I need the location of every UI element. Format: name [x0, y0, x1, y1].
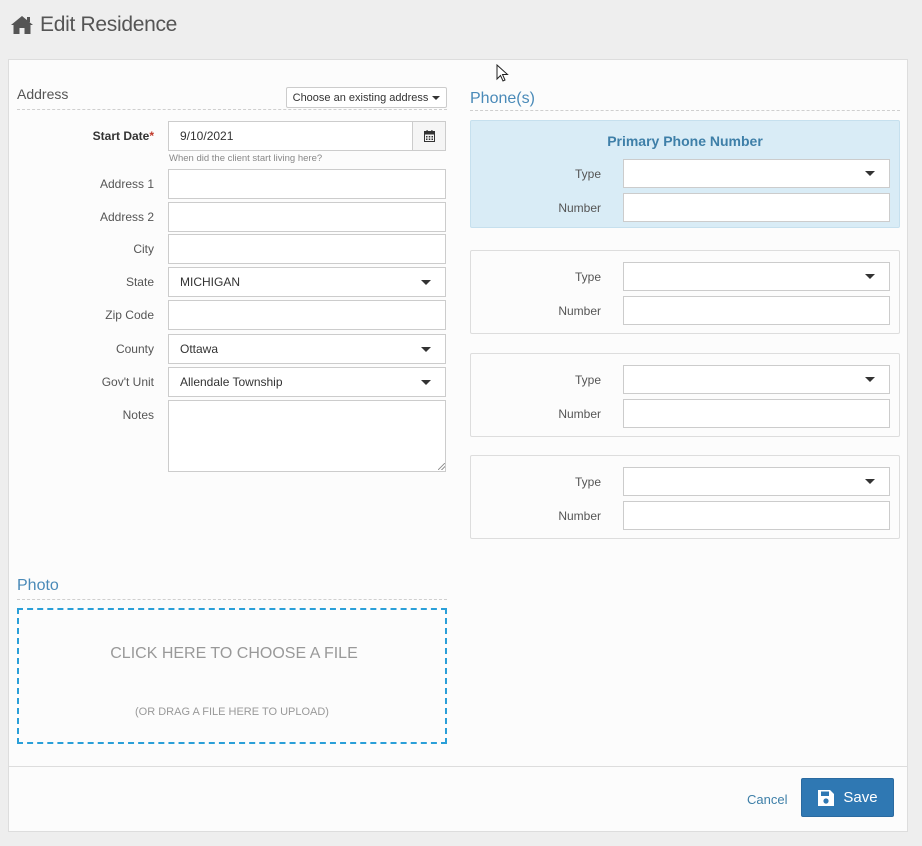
caret-down-icon: [421, 347, 431, 352]
phone-number-input[interactable]: [623, 501, 890, 530]
start-date-row: Start Date* 9/10/2021: [17, 121, 447, 151]
phone-number-label: Number: [558, 509, 601, 523]
photo-dropzone[interactable]: CLICK HERE TO CHOOSE A FILE (OR DRAG A F…: [17, 608, 447, 744]
phone-number-label: Number: [558, 304, 601, 318]
start-date-hint: When did the client start living here?: [169, 153, 323, 164]
caret-down-icon: [865, 274, 875, 279]
photo-divider: [17, 599, 447, 600]
home-icon: [10, 14, 34, 36]
notes-textarea[interactable]: [168, 400, 446, 472]
address-divider: [17, 109, 447, 110]
page-header: Edit Residence: [10, 10, 177, 40]
caret-down-icon: [421, 380, 431, 385]
phone-number-input[interactable]: [623, 193, 890, 222]
address1-label: Address 1: [99, 177, 154, 191]
caret-down-icon: [421, 280, 431, 285]
phone-type-label: Type: [574, 270, 601, 284]
govt-unit-value: Allendale Township: [180, 375, 283, 389]
choose-existing-address-label: Choose an existing address: [292, 91, 429, 104]
zip-input[interactable]: [168, 300, 446, 330]
address1-row: Address 1: [17, 169, 447, 199]
phone-type-row: Type: [471, 159, 899, 189]
address2-input[interactable]: [168, 202, 446, 232]
caret-down-icon: [865, 377, 875, 382]
phone-number-row: Number: [471, 193, 899, 223]
edit-residence-panel: Address Choose an existing address Start…: [8, 59, 908, 832]
zip-label: Zip Code: [105, 308, 154, 322]
county-row: County Ottawa: [17, 334, 447, 364]
county-select[interactable]: Ottawa: [168, 334, 446, 364]
phone-type-select[interactable]: [623, 262, 890, 291]
phone-number-label: Number: [558, 407, 601, 421]
phone-type-row: Type: [471, 467, 899, 497]
save-icon: [818, 789, 835, 806]
phone-type-select[interactable]: [623, 365, 890, 394]
phone-number-label: Number: [558, 201, 601, 215]
phones-divider: [470, 110, 900, 111]
phone-number-row: Number: [471, 399, 899, 429]
govt-unit-select[interactable]: Allendale Township: [168, 367, 446, 397]
phone-type-select[interactable]: [623, 467, 890, 496]
mouse-cursor-icon: [496, 64, 509, 82]
start-date-label: Start Date*: [92, 129, 154, 143]
choose-existing-address-button[interactable]: Choose an existing address: [286, 87, 447, 108]
state-select[interactable]: MICHIGAN: [168, 267, 446, 297]
start-date-input[interactable]: 9/10/2021: [168, 121, 413, 151]
save-label: Save: [843, 789, 878, 806]
phone-number-row: Number: [471, 501, 899, 531]
govt-unit-row: Gov't Unit Allendale Township: [17, 367, 447, 397]
address-section-title: Address: [17, 86, 69, 102]
dropzone-main-text: CLICK HERE TO CHOOSE A FILE: [110, 645, 358, 662]
cancel-button[interactable]: Cancel: [747, 792, 787, 807]
primary-phone-title: Primary Phone Number: [607, 133, 763, 149]
page-title: Edit Residence: [40, 13, 178, 36]
city-label: City: [133, 242, 154, 256]
phone-type-row: Type: [471, 262, 899, 292]
phone-card: Type Number: [470, 353, 900, 437]
state-label: State: [125, 275, 154, 289]
county-label: County: [115, 342, 154, 356]
phone-type-select[interactable]: [623, 159, 890, 188]
dropzone-sub-text: (OR DRAG A FILE HERE TO UPLOAD): [135, 706, 329, 718]
notes-label: Notes: [122, 408, 154, 422]
address2-label: Address 2: [99, 210, 154, 224]
govt-unit-label: Gov't Unit: [101, 375, 154, 389]
resize-grip-icon[interactable]: [438, 463, 445, 470]
caret-down-icon: [865, 479, 875, 484]
city-row: City: [17, 234, 447, 264]
calendar-icon: [423, 130, 435, 142]
primary-phone-card: Primary Phone Number Type Number: [470, 120, 900, 228]
phone-type-row: Type: [471, 365, 899, 395]
phone-number-input[interactable]: [623, 296, 890, 325]
notes-row: Notes: [17, 400, 447, 472]
caret-down-icon: [865, 171, 875, 176]
footer-divider: [9, 766, 907, 767]
phone-card: Type Number: [470, 455, 900, 539]
phone-type-label: Type: [574, 373, 601, 387]
phone-number-row: Number: [471, 296, 899, 326]
phones-section-title: Phone(s): [470, 90, 535, 107]
address1-input[interactable]: [168, 169, 446, 199]
address2-row: Address 2: [17, 202, 447, 232]
phone-type-label: Type: [574, 475, 601, 489]
zip-row: Zip Code: [17, 300, 447, 330]
county-value: Ottawa: [180, 342, 219, 356]
state-value: MICHIGAN: [180, 275, 240, 289]
phone-type-label: Type: [574, 167, 601, 181]
phone-number-input[interactable]: [623, 399, 890, 428]
phone-card: Type Number: [470, 250, 900, 334]
calendar-button[interactable]: [412, 121, 446, 151]
city-input[interactable]: [168, 234, 446, 264]
photo-section-title: Photo: [17, 577, 59, 594]
caret-down-icon: [432, 95, 441, 100]
save-button[interactable]: Save: [801, 778, 894, 817]
state-row: State MICHIGAN: [17, 267, 447, 297]
